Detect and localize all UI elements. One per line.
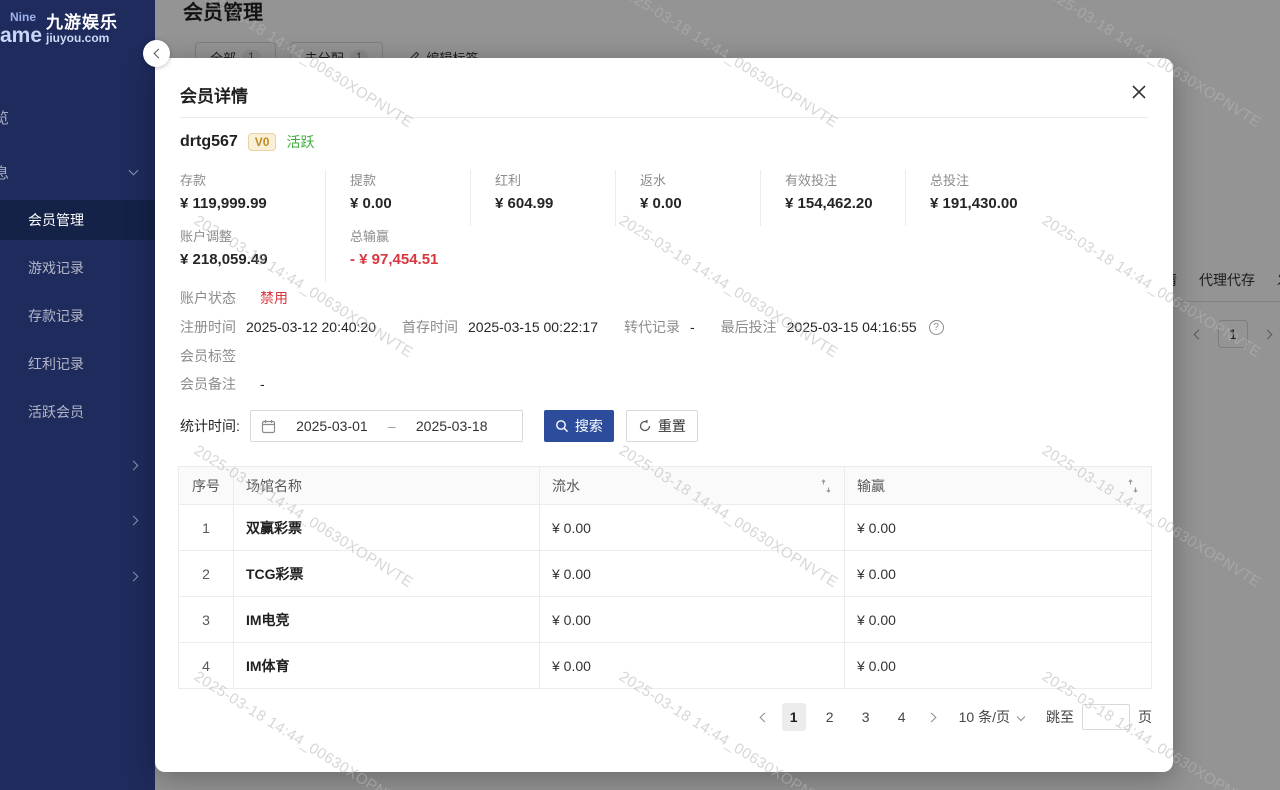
screen: 会员管理 全部 1 未分配 1 编辑标签 情 代理代存 发 1	[0, 0, 1280, 790]
sidebar-item-game-records[interactable]: 游戏记录	[0, 248, 155, 288]
chevron-down-icon	[129, 166, 139, 176]
sidebar-item-bonus-records[interactable]: 红利记录	[0, 344, 155, 384]
header-divider	[180, 117, 1148, 118]
stats-grid: 存款 ¥ 119,999.99 提款 ¥ 0.00 红利 ¥ 604.99 返水…	[180, 170, 1148, 282]
agent-transfer-record: 转代记录 -	[624, 317, 695, 337]
question-circle-icon[interactable]	[929, 320, 944, 335]
member-status: 活跃	[286, 132, 314, 152]
modal-title: 会员详情	[180, 82, 248, 107]
register-time: 注册时间 2025-03-12 20:40:20	[180, 317, 376, 337]
member-username: drtg567	[180, 133, 238, 151]
table-header-row: 序号 场馆名称 流水 输赢	[179, 467, 1151, 505]
next-page-button[interactable]	[926, 714, 937, 721]
member-info-row: 注册时间 2025-03-12 20:40:20 首存时间 2025-03-15…	[180, 317, 944, 337]
calendar-icon	[261, 419, 276, 434]
jump-to-page: 跳至 页	[1046, 704, 1152, 730]
logo-text-nine: Nine	[10, 10, 36, 24]
search-button-label: 搜索	[575, 416, 603, 436]
sidebar-group-3-chevron-right-icon[interactable]	[129, 572, 139, 582]
search-icon	[555, 419, 569, 433]
page-size-select[interactable]: 10 条/页	[959, 707, 1024, 727]
date-range-separator: –	[388, 418, 396, 434]
page-button-4[interactable]: 4	[890, 703, 914, 731]
reset-button[interactable]: 重置	[626, 410, 698, 442]
app-logo: Nine ame 九游娱乐 jiuyou.com	[0, 8, 155, 54]
sidebar-group-2-chevron-right-icon[interactable]	[129, 516, 139, 526]
account-status-label: 账户状态	[180, 288, 236, 308]
date-range-picker[interactable]: 2025-03-01 – 2025-03-18	[250, 410, 523, 442]
sort-icon[interactable]	[820, 479, 832, 493]
stat-total-bets: 总投注 ¥ 191,430.00	[905, 170, 1050, 226]
account-status-row: 账户状态 禁用	[180, 288, 288, 308]
reset-button-label: 重置	[658, 416, 686, 436]
table-pagination: 1 2 3 4 10 条/页 跳至 页	[178, 703, 1152, 731]
page-button-2[interactable]: 2	[818, 703, 842, 731]
jump-label: 跳至	[1046, 707, 1074, 727]
member-tag-label: 会员标签	[180, 346, 236, 366]
stat-bonus: 红利 ¥ 604.99	[470, 170, 615, 226]
stat-rebate: 返水 ¥ 0.00	[615, 170, 760, 226]
table-row: 1 双赢彩票 ¥ 0.00 ¥ 0.00	[179, 505, 1151, 551]
header-index: 序号	[179, 467, 233, 504]
table-row: 4 IM体育 ¥ 0.00 ¥ 0.00	[179, 643, 1151, 689]
member-note-label: 会员备注	[180, 374, 236, 394]
stat-withdrawal: 提款 ¥ 0.00	[325, 170, 470, 226]
chevron-left-icon	[153, 49, 163, 59]
account-status-value: 禁用	[260, 288, 288, 308]
sidebar-item-deposit-records[interactable]: 存款记录	[0, 296, 155, 336]
table-row: 2 TCG彩票 ¥ 0.00 ¥ 0.00	[179, 551, 1151, 597]
stat-total-winloss: 总输赢 - ¥ 97,454.51	[325, 226, 470, 282]
header-turnover[interactable]: 流水	[539, 467, 844, 504]
first-deposit-time: 首存时间 2025-03-15 00:22:17	[402, 317, 598, 337]
sort-icon[interactable]	[1127, 479, 1139, 493]
page-button-3[interactable]: 3	[854, 703, 878, 731]
sidebar-group-member-info-partial[interactable]: 息	[0, 162, 9, 183]
close-icon[interactable]	[1131, 84, 1151, 104]
reset-icon	[638, 419, 652, 433]
sidebar-collapse-button[interactable]	[143, 40, 170, 67]
member-note-value: -	[260, 376, 265, 392]
header-venue: 场馆名称	[233, 467, 539, 504]
chevron-down-icon	[1017, 713, 1025, 721]
member-detail-modal: 会员详情 drtg567 V0 活跃 存款 ¥ 119,999.99 提款 ¥ …	[155, 58, 1173, 772]
table-row: 3 IM电竞 ¥ 0.00 ¥ 0.00	[179, 597, 1151, 643]
stat-deposit: 存款 ¥ 119,999.99	[180, 170, 325, 226]
last-bet-time: 最后投注 2025-03-15 04:16:55	[721, 317, 944, 337]
sidebar-item-overview-partial[interactable]: 览	[0, 107, 9, 128]
prev-page-button[interactable]	[759, 714, 770, 721]
member-summary: drtg567 V0 活跃	[180, 132, 314, 152]
search-button[interactable]: 搜索	[544, 410, 614, 442]
logo-domain: jiuyou.com	[46, 31, 109, 45]
logo-text-cn: 九游娱乐	[46, 8, 118, 33]
sidebar-item-active-members[interactable]: 活跃会员	[0, 392, 155, 432]
jump-suffix: 页	[1138, 707, 1152, 727]
stat-valid-bets: 有效投注 ¥ 154,462.20	[760, 170, 905, 226]
header-winloss[interactable]: 输赢	[844, 467, 1151, 504]
jump-page-input[interactable]	[1082, 704, 1130, 730]
date-range-end[interactable]: 2025-03-18	[400, 418, 504, 434]
venue-stats-table: 序号 场馆名称 流水 输赢 1 双赢彩票 ¥ 0.00	[178, 466, 1152, 689]
stats-time-label: 统计时间:	[180, 416, 240, 436]
member-tag-row: 会员标签	[180, 346, 236, 366]
member-level-badge: V0	[248, 133, 277, 151]
page-button-1[interactable]: 1	[782, 703, 806, 731]
stat-account-adjustment: 账户调整 ¥ 218,059.49	[180, 226, 325, 282]
logo-text-game: ame	[0, 24, 42, 48]
date-range-start[interactable]: 2025-03-01	[280, 418, 384, 434]
sidebar: Nine ame 九游娱乐 jiuyou.com 览 息 会员管理 游戏记录 存…	[0, 0, 155, 790]
sidebar-item-member-management[interactable]: 会员管理	[0, 200, 155, 240]
member-note-row: 会员备注 -	[180, 374, 265, 394]
sidebar-group-1-chevron-right-icon[interactable]	[129, 461, 139, 471]
stats-time-filter: 统计时间: 2025-03-01 – 2025-03-18 搜索 重置	[180, 410, 698, 442]
